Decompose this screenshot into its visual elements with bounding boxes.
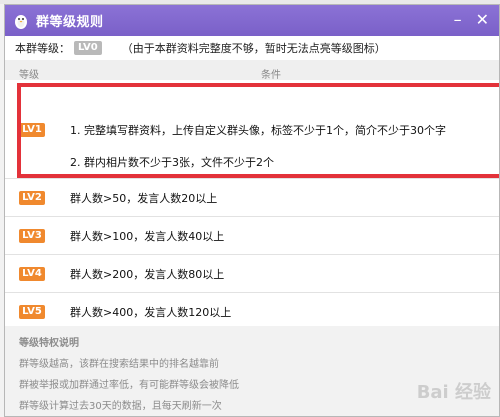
group-level-rules-window: 群等级规则 – ✕ 本群等级： LV0 （由于本群资料完整度不够，暂时无法点亮等…: [4, 4, 500, 417]
watermark: Bai 经验: [416, 382, 491, 403]
level-badge: LV5: [19, 305, 45, 319]
close-button[interactable]: ✕: [476, 9, 489, 31]
privilege-line: 群等级越高，该群在搜索结果中的排名越靠前: [19, 359, 219, 370]
current-level-label: 本群等级：: [15, 42, 70, 55]
table-row: LV2 群人数>50，发言人数20以上: [5, 179, 499, 217]
current-level-row: 本群等级： LV0 （由于本群资料完整度不够，暂时无法点亮等级图标）: [5, 36, 499, 60]
table-row: LV4 群人数>200，发言人数80以上: [5, 255, 499, 293]
title-bar[interactable]: 群等级规则 – ✕: [5, 5, 499, 36]
header-condition: 条件: [261, 70, 281, 80]
privilege-line: 群被举报或加群通过率低，有可能群等级会被降低: [19, 380, 239, 391]
condition-text: 群人数>50，发言人数20以上: [70, 192, 218, 205]
privileges-heading: 等级特权说明: [19, 338, 79, 349]
level-badge: LV4: [19, 267, 45, 281]
highlight-box: [17, 83, 499, 178]
table-header: 等级 条件: [5, 60, 499, 80]
header-level: 等级: [19, 70, 39, 80]
current-level-badge: LV0: [74, 41, 102, 55]
window-title: 群等级规则: [36, 15, 104, 30]
privileges-section: 等级特权说明 群等级越高，该群在搜索结果中的排名越靠前 群被举报或加群通过率低，…: [5, 326, 499, 416]
level-badge: LV3: [19, 229, 45, 243]
window-controls: – ✕: [454, 9, 489, 31]
level-badge: LV2: [19, 191, 45, 205]
penguin-icon: [15, 14, 27, 29]
condition-text: 群人数>400，发言人数120以上: [70, 306, 232, 319]
condition-text: 群人数>100，发言人数40以上: [70, 230, 225, 243]
condition-text: 群人数>200，发言人数80以上: [70, 268, 225, 281]
table-row: LV3 群人数>100，发言人数40以上: [5, 217, 499, 255]
minimize-button[interactable]: –: [454, 9, 462, 31]
current-level-note: （由于本群资料完整度不够，暂时无法点亮等级图标）: [121, 42, 386, 55]
privilege-line: 群等级计算过去30天的数据，且每天刷新一次: [19, 401, 222, 412]
